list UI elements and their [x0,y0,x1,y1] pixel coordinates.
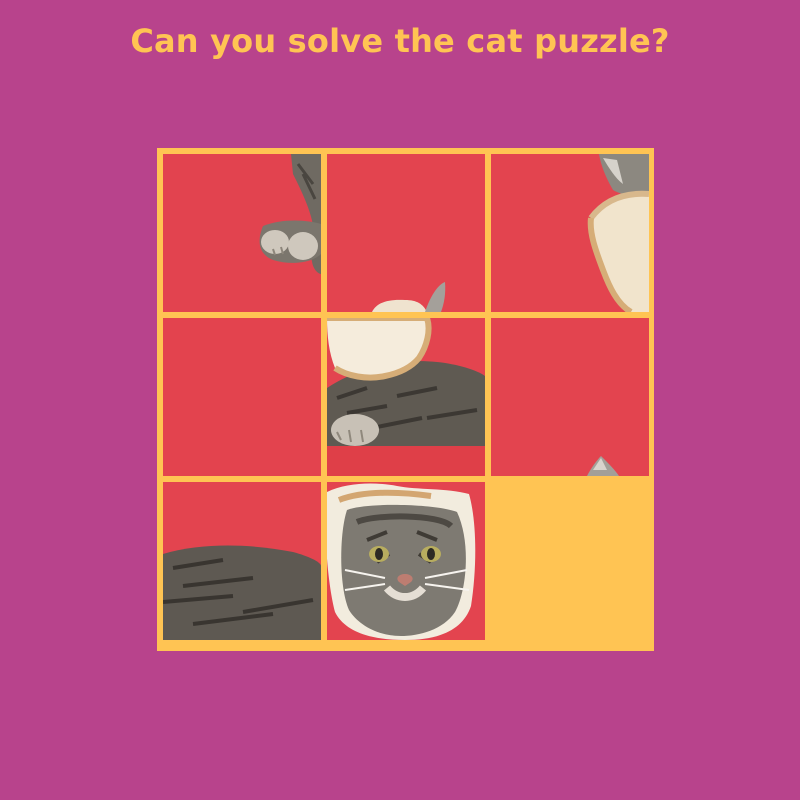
puzzle-tile-cat-face[interactable] [327,482,485,640]
puzzle-board [157,148,654,651]
puzzle-tile-red-plain[interactable] [163,318,321,476]
puzzle-tile-red-background[interactable] [327,154,485,312]
puzzle-tile-cat-body[interactable] [163,482,321,640]
puzzle-tile-cat-paw[interactable] [163,154,321,312]
puzzle-tile-cat-ear-bread[interactable] [491,154,649,312]
page-title: Can you solve the cat puzzle? [130,22,670,60]
puzzle-tile-red-ear-tip[interactable] [491,318,649,476]
puzzle-page: Can you solve the cat puzzle? [0,0,800,800]
puzzle-tile-bread-paw[interactable] [327,318,485,476]
empty-puzzle-slot[interactable] [485,476,649,640]
